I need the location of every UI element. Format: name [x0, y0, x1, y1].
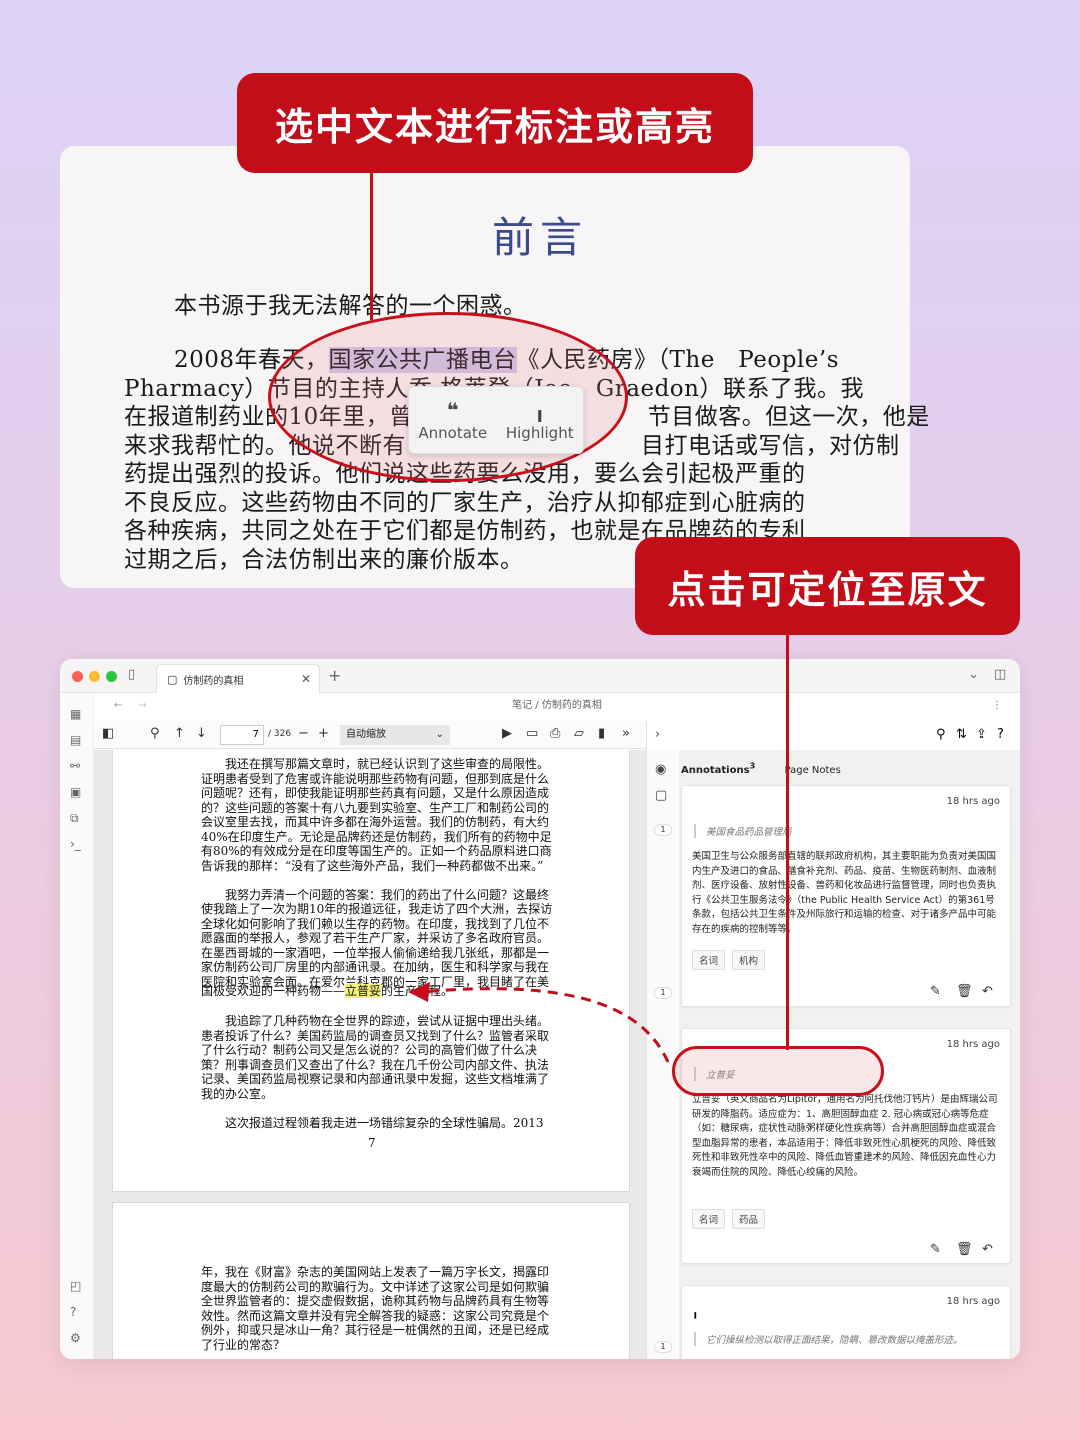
annotation-count-badge: 1 [654, 1341, 672, 1353]
document-icon: ▢ [167, 673, 178, 686]
zoom-in-icon[interactable]: + [318, 726, 329, 741]
settings-gear-icon[interactable]: ⚙ [70, 1331, 81, 1345]
callout-right: 点击可定位至原文 [635, 537, 1020, 635]
book-text-line: 过期之后，合法仿制出来的廉价版本。 [124, 547, 524, 573]
prev-page-icon[interactable]: ↑ [174, 726, 185, 741]
annotation-count-badge: 1 [654, 987, 672, 999]
highlight-circle-quote [672, 1046, 884, 1096]
tag[interactable]: 名词 [692, 950, 726, 970]
pdf-sidebar-icon[interactable]: ◧ [102, 726, 114, 741]
annotation-card[interactable]: 18 hrs ago 美国食品药品管理局 美国卫生与公众服务部直辖的联邦政府机构… [681, 785, 1011, 1007]
terminal-icon[interactable]: ›_ [70, 837, 81, 851]
pdf-text-line: 国极受欢迎的一种药物——立普妥的生产过程。 [201, 984, 454, 998]
annotation-count-badge: 1 [654, 824, 672, 836]
chevron-down-icon: ⌄ [435, 729, 444, 740]
back-arrow-icon[interactable]: ← [114, 693, 122, 719]
quote-icon: ❝ [446, 398, 459, 422]
highlighter-icon: ╻ [533, 398, 546, 422]
tab-document[interactable]: ▢ 仿制药的真相 ✕ [156, 664, 320, 694]
callout-top: 选中文本进行标注或高亮 [237, 73, 753, 173]
search-icon[interactable]: ⚲ [936, 727, 946, 742]
callout-connector-top [370, 170, 373, 320]
right-panel-toggle-icon[interactable]: ◫ [994, 667, 1006, 682]
pdf-text-line: 告诉我的那样：“没有了这些海外产品，我们一种药都做不出来。” [201, 858, 544, 873]
pdf-page-8: 年，我在《财富》杂志的美国网站上发表了一篇万字长文，揭露印 度最大的仿制药公司的欺… [112, 1202, 630, 1359]
app-window: ▯ ▢ 仿制药的真相 ✕ + ⌄ ◫ ▦ ▤ ⚯ ▣ ⧉ ›_ ◰ ? ⚙ ← … [60, 659, 1020, 1359]
highlighter-icon: ╻ [692, 1306, 699, 1319]
highlighted-text[interactable]: 立普妥 [345, 984, 382, 998]
close-tab-icon[interactable]: ✕ [301, 672, 311, 686]
tag[interactable]: 机构 [732, 950, 766, 970]
search-icon[interactable]: ⚲ [150, 726, 160, 741]
callout-connector-right [786, 630, 789, 1050]
left-rail: ▦ ▤ ⚯ ▣ ⧉ ›_ ◰ ? ⚙ [60, 693, 94, 1359]
annotation-quote[interactable]: 美国食品药品管理局 [694, 824, 792, 838]
sort-icon[interactable]: ⇅ [956, 727, 967, 742]
pdf-text-line: 这次报道过程领着我走进一场错综复杂的全球性骗局。2013 [201, 1115, 544, 1130]
annotation-card[interactable]: 18 hrs ago ╻ 它们操纵检测以取得正面结果，隐瞒、篡改数据以掩盖形迹。 [681, 1285, 1011, 1359]
maximize-window-button[interactable] [106, 671, 117, 682]
sidebar-toggle-icon[interactable]: ▯ [128, 667, 135, 682]
next-page-icon[interactable]: ↓ [196, 726, 207, 741]
chevron-right-icon[interactable]: › [655, 727, 660, 742]
copy-icon[interactable]: ⧉ [70, 811, 79, 826]
close-window-button[interactable] [72, 671, 83, 682]
tag[interactable]: 名词 [692, 1209, 726, 1229]
help-icon[interactable]: ? [997, 727, 1004, 742]
annotation-tabs: Annotations3 Page Notes [681, 761, 841, 776]
tab-page-notes[interactable]: Page Notes [785, 765, 841, 776]
graph-icon[interactable]: ⚯ [70, 759, 80, 773]
bookmark-icon[interactable]: ▮ [598, 726, 605, 741]
annotation-side-rail: ◉ ▢ [647, 750, 679, 1359]
note-icon[interactable]: ▢ [655, 788, 667, 803]
zoom-out-icon[interactable]: − [298, 726, 309, 741]
calendar-icon[interactable]: ▣ [70, 785, 81, 799]
more-tools-icon[interactable]: » [622, 726, 630, 741]
page-total: / 326 [268, 729, 292, 739]
delete-icon[interactable]: 🗑︎ [956, 1242, 973, 1257]
presentation-icon[interactable]: ▶ [502, 726, 512, 741]
file-icon[interactable]: ▤ [70, 733, 81, 747]
edit-icon[interactable]: ✎ [930, 984, 941, 999]
pdf-toolbar: ◧ ⚲ ↑ ↓ 7 / 326 − + 自动缩放 ⌄ ▶ ▭ ⎙ ▱ ▮ » [94, 721, 646, 749]
tag[interactable]: 药品 [732, 1209, 766, 1229]
pdf-viewer[interactable]: 我还在撰写那篇文章时，就已经认识到了这些审查的局限性。 证明患者受到了危害或许能说… [94, 750, 646, 1359]
highlight-button[interactable]: ╻ Highlight [506, 398, 574, 442]
zoom-select[interactable]: 自动缩放 ⌄ [340, 725, 450, 745]
delete-icon[interactable]: 🗑︎ [956, 984, 973, 999]
open-file-icon[interactable]: ▭ [526, 726, 538, 741]
print-icon[interactable]: ⎙ [550, 726, 560, 741]
save-icon[interactable]: ▱ [574, 726, 584, 741]
forward-arrow-icon[interactable]: → [138, 693, 146, 719]
share-icon[interactable]: ⇪ [976, 727, 987, 742]
pdf-text-line: 我的办公室。 [201, 1086, 274, 1101]
chevron-down-icon[interactable]: ⌄ [968, 667, 979, 682]
reply-icon[interactable]: ↶ [982, 1242, 993, 1257]
breadcrumb: ← → 笔记 / 仿制药的真相 ⋮ [94, 693, 1020, 719]
title-bar: ▯ ▢ 仿制药的真相 ✕ + ⌄ ◫ [60, 659, 1020, 694]
tab-annotations[interactable]: Annotations3 [681, 761, 755, 776]
help-icon[interactable]: ? [70, 1305, 76, 1319]
new-tab-icon[interactable]: + [328, 666, 341, 685]
pdf-page-7: 我还在撰写那篇文章时，就已经认识到了这些审查的局限性。 证明患者受到了危害或许能说… [112, 750, 630, 1192]
page-number: 7 [368, 1136, 376, 1150]
pdf-text-line: 了行业的常态？ [201, 1337, 286, 1352]
edit-icon[interactable]: ✎ [930, 1242, 941, 1257]
annotation-body: 立普妥（英文商品名为Lipitor，通用名为阿托伐他汀钙片）是由辉瑞公司研发的降… [692, 1094, 998, 1178]
reply-icon[interactable]: ↶ [982, 984, 993, 999]
eye-icon[interactable]: ◉ [655, 762, 666, 777]
annotation-quote[interactable]: 它们操纵检测以取得正面结果，隐瞒、篡改数据以掩盖形迹。 [694, 1332, 963, 1346]
more-options-icon[interactable]: ⋮ [992, 693, 1002, 719]
annotation-body: 美国卫生与公众服务部直辖的联邦政府机构，其主要职能为负责对美国国内生产及进口的食… [692, 851, 997, 935]
book-chapter-title: 前言 [491, 213, 588, 262]
minimize-window-button[interactable] [89, 671, 100, 682]
page-number-input[interactable]: 7 [220, 725, 264, 745]
selection-popup: ❝ Annotate ╻ Highlight [408, 386, 584, 454]
help-book-icon[interactable]: ◰ [70, 1279, 81, 1293]
grid-icon[interactable]: ▦ [70, 707, 81, 721]
annotate-button[interactable]: ❝ Annotate [418, 398, 487, 442]
annotation-toolbar: › ⚲ ⇅ ⇪ ? [647, 721, 1020, 749]
